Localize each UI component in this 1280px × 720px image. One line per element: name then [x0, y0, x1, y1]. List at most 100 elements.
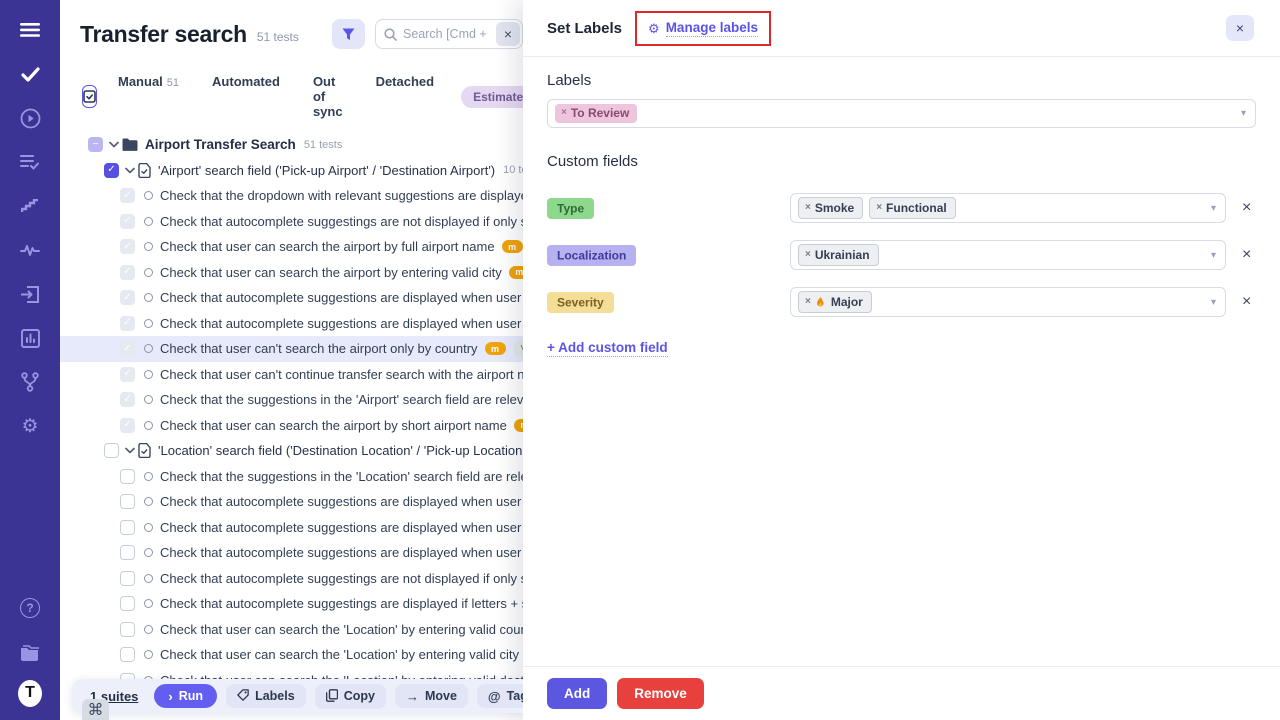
- row-title[interactable]: Check that the dropdown with relevant su…: [160, 188, 523, 203]
- test-row[interactable]: Check that user can search the 'Location…: [60, 642, 523, 668]
- labels-select[interactable]: ×To Review ▾: [547, 99, 1256, 128]
- row-checkbox[interactable]: [120, 596, 135, 611]
- row-title[interactable]: 'Location' search field ('Destination Lo…: [158, 443, 523, 458]
- close-panel-button[interactable]: ×: [1226, 15, 1254, 41]
- help-icon[interactable]: ?: [18, 596, 42, 620]
- value-chip[interactable]: ×Smoke: [798, 197, 863, 218]
- field-value-select[interactable]: ×Smoke×Functional▾: [790, 193, 1226, 223]
- row-checkbox[interactable]: ✓: [120, 214, 135, 229]
- tests-icon[interactable]: [18, 62, 42, 86]
- row-checkbox[interactable]: ✓: [120, 239, 135, 254]
- row-title[interactable]: Check that user can't search the airport…: [160, 341, 478, 356]
- label-chip[interactable]: ×To Review: [555, 104, 637, 123]
- tab-manual[interactable]: Manual51: [118, 74, 179, 119]
- test-row[interactable]: Check that autocomplete suggestings are …: [60, 591, 523, 617]
- test-row[interactable]: ✓Check that autocomplete suggestions are…: [60, 285, 523, 311]
- labels-button[interactable]: Labels: [226, 684, 306, 708]
- suite-row[interactable]: 'Location' search field ('Destination Lo…: [60, 438, 523, 464]
- settings-icon[interactable]: ⚙: [18, 414, 42, 438]
- row-title[interactable]: Check that autocomplete suggestions are …: [160, 316, 523, 331]
- runs-icon[interactable]: [18, 106, 42, 130]
- chevron-down-icon[interactable]: [109, 141, 119, 148]
- row-checkbox[interactable]: ✓: [120, 418, 135, 433]
- test-row[interactable]: ✓Check that the suggestions in the 'Airp…: [60, 387, 523, 413]
- row-checkbox[interactable]: [120, 494, 135, 509]
- reports-icon[interactable]: [18, 326, 42, 350]
- row-checkbox[interactable]: ✓: [120, 392, 135, 407]
- steps-icon[interactable]: [18, 194, 42, 218]
- row-checkbox[interactable]: [120, 545, 135, 560]
- move-button[interactable]: →Move: [395, 684, 468, 708]
- search-input[interactable]: [403, 27, 489, 41]
- row-title[interactable]: Check that the suggestions in the 'Locat…: [160, 469, 523, 484]
- remove-chip-icon[interactable]: ×: [876, 202, 882, 214]
- remove-chip-icon[interactable]: ×: [805, 249, 811, 261]
- row-title[interactable]: Check that autocomplete suggestings are …: [160, 571, 523, 586]
- remove-chip-icon[interactable]: ×: [561, 107, 567, 119]
- field-value-select[interactable]: ×Ukrainian▾: [790, 240, 1226, 270]
- projects-icon[interactable]: [18, 640, 42, 664]
- pulse-icon[interactable]: [18, 238, 42, 262]
- test-row[interactable]: ✓ Check that autocomplete suggestions are…: [60, 311, 523, 337]
- value-chip[interactable]: ×Functional: [869, 197, 956, 218]
- chevron-down-icon[interactable]: [125, 167, 135, 174]
- test-row[interactable]: ✓ Check that user can search the airport …: [60, 234, 523, 260]
- manage-labels-link[interactable]: Manage labels: [666, 20, 758, 37]
- value-chip[interactable]: ×Ukrainian: [798, 244, 879, 265]
- test-row[interactable]: Check that user can search the 'Location…: [60, 617, 523, 643]
- row-title[interactable]: Check that user can search the airport b…: [160, 239, 495, 254]
- field-value-select[interactable]: ×Major▾: [790, 287, 1226, 317]
- run-button[interactable]: ›Run: [154, 684, 217, 708]
- row-title[interactable]: Check that user can search the airport b…: [160, 265, 502, 280]
- tab-automated[interactable]: Automated: [212, 74, 280, 119]
- add-custom-field-link[interactable]: + Add custom field: [547, 340, 668, 357]
- row-checkbox[interactable]: −: [88, 137, 103, 152]
- suite-row[interactable]: ✓ 'Airport' search field ('Pick-up Airpor…: [60, 158, 523, 184]
- row-checkbox[interactable]: ✓: [120, 188, 135, 203]
- row-checkbox[interactable]: ✓: [104, 163, 119, 178]
- filter-button[interactable]: [332, 19, 365, 49]
- row-checkbox[interactable]: [120, 469, 135, 484]
- row-title[interactable]: Check that user can't continue transfer …: [160, 367, 523, 382]
- row-title[interactable]: Check that user can search the 'Location…: [160, 647, 519, 662]
- test-row[interactable]: ✓Check that user can't search the airpor…: [60, 336, 523, 362]
- remove-chip-icon[interactable]: ×: [805, 202, 811, 214]
- row-title[interactable]: Check that user can search the 'Location…: [160, 622, 523, 637]
- test-row[interactable]: Check that autocomplete suggestions are …: [60, 540, 523, 566]
- estimate-badge[interactable]: Estimate: [461, 86, 523, 108]
- remove-field-button[interactable]: ×: [1242, 199, 1251, 217]
- test-row[interactable]: Check that autocomplete suggestings are …: [60, 566, 523, 592]
- menu-icon[interactable]: [18, 18, 42, 42]
- row-title[interactable]: Check that autocomplete suggestings are …: [160, 596, 523, 611]
- import-icon[interactable]: [18, 282, 42, 306]
- select-all-button[interactable]: [82, 85, 97, 108]
- row-checkbox[interactable]: [120, 520, 135, 535]
- test-plans-icon[interactable]: [18, 150, 42, 174]
- row-title[interactable]: 'Airport' search field ('Pick-up Airport…: [158, 163, 495, 178]
- copy-button[interactable]: Copy: [315, 684, 386, 709]
- test-row[interactable]: ✓ Check that the dropdown with relevant s…: [60, 183, 523, 209]
- remove-chip-icon[interactable]: ×: [805, 296, 811, 308]
- test-row[interactable]: Check that autocomplete suggestions are …: [60, 515, 523, 541]
- row-title[interactable]: Check that autocomplete suggestions are …: [160, 290, 523, 305]
- remove-field-button[interactable]: ×: [1242, 293, 1251, 311]
- test-row[interactable]: ✓ Check that autocomplete suggestings are…: [60, 209, 523, 235]
- value-chip[interactable]: ×Major: [798, 291, 872, 312]
- branch-icon[interactable]: [18, 370, 42, 394]
- add-button[interactable]: Add: [547, 678, 607, 709]
- row-title[interactable]: Airport Transfer Search: [145, 137, 296, 152]
- row-title[interactable]: Check that autocomplete suggestings are …: [160, 214, 523, 229]
- search-clear-button[interactable]: ×: [496, 22, 520, 46]
- chevron-down-icon[interactable]: [125, 447, 135, 454]
- row-checkbox[interactable]: ✓: [120, 265, 135, 280]
- test-row[interactable]: ✓Check that user can search the airport …: [60, 413, 523, 439]
- manage-labels-annotation[interactable]: ⚙ Manage labels: [635, 11, 771, 46]
- row-title[interactable]: Check that autocomplete suggestions are …: [160, 545, 523, 560]
- test-row[interactable]: ✓ Check that user can search the airport …: [60, 260, 523, 286]
- row-checkbox[interactable]: ✓: [120, 316, 135, 331]
- remove-field-button[interactable]: ×: [1242, 246, 1251, 264]
- row-checkbox[interactable]: ✓: [120, 367, 135, 382]
- row-title[interactable]: Check that autocomplete suggestions are …: [160, 494, 523, 509]
- remove-button[interactable]: Remove: [617, 678, 704, 709]
- folder-row[interactable]: −Airport Transfer Search51 tests: [60, 132, 523, 158]
